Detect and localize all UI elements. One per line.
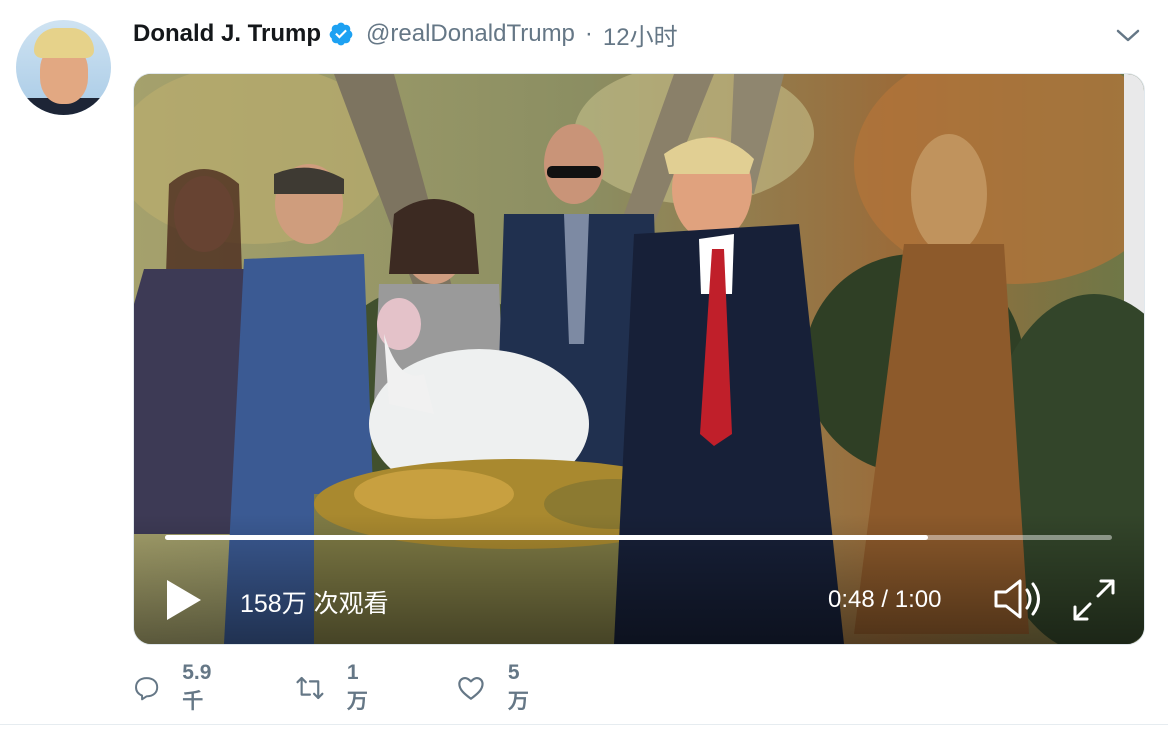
reply-count: 5.9千 [182, 661, 212, 713]
timestamp[interactable]: 12小时 [603, 17, 678, 52]
video-player[interactable]: 158万 次观看 0:48 / 1:00 [133, 73, 1145, 645]
retweet-icon [296, 676, 324, 700]
retweet-button[interactable]: 1万 [295, 661, 374, 713]
volume-icon[interactable] [992, 576, 1046, 622]
heart-icon [458, 676, 484, 700]
like-count: 5万 [507, 661, 529, 713]
display-name[interactable]: Donald J. Trump [133, 20, 321, 48]
video-timecode: 0:48 / 1:00 [828, 586, 942, 613]
view-count: 158万 次观看 [240, 590, 389, 618]
progress-bar[interactable] [165, 535, 1112, 540]
progress-bar-fill [165, 535, 929, 540]
avatar[interactable] [16, 20, 111, 115]
play-icon[interactable] [164, 577, 204, 623]
user-handle[interactable]: @realDonaldTrump [366, 20, 575, 48]
tweet-header: Donald J. Trump @realDonaldTrump · 12小时 [133, 14, 678, 54]
avatar-hair [34, 28, 94, 58]
like-button[interactable]: 5万 [456, 661, 535, 713]
fullscreen-expand-icon[interactable] [1071, 577, 1117, 623]
reply-button[interactable]: 5.9千 [133, 661, 220, 713]
reply-icon [135, 677, 159, 701]
verified-badge-icon [329, 22, 353, 46]
retweet-count: 1万 [346, 661, 368, 713]
chevron-down-icon[interactable] [1114, 26, 1142, 46]
tweet-divider [0, 724, 1168, 725]
separator-dot: · [584, 20, 593, 47]
